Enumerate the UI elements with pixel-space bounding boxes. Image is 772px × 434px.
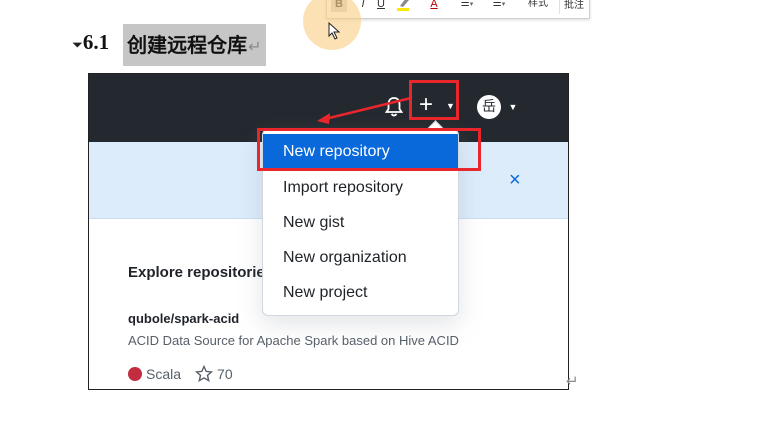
chevron-down-icon: ▾ [469, 1, 474, 8]
heading-title-text: 创建远程仓库 [127, 33, 248, 57]
comment-button[interactable]: 批注 [559, 0, 588, 14]
bullets-button[interactable]: ☰▾ [457, 0, 477, 12]
word-mini-toolbar: B I U A ☰▾ ☰▾ 样式 批注 [326, 0, 590, 19]
styles-button[interactable]: 样式 [523, 0, 553, 12]
underline-button[interactable]: U [375, 0, 387, 12]
highlighter-icon [400, 0, 409, 7]
highlight-color-bar [397, 8, 409, 11]
heading-title[interactable]: 创建远程仓库↵ [123, 24, 266, 66]
github-screenshot: + ▼ 岳 ▼ × Explore repositories qubole/sp… [88, 73, 569, 390]
annotation-arrow-icon [317, 96, 412, 124]
heading-number: 6.1 [82, 29, 110, 54]
numbering-button[interactable]: ☰▾ [489, 0, 509, 12]
heading-bullet-icon: ◢ [71, 35, 84, 48]
paragraph-mark: ↵ [566, 373, 579, 390]
bullets-icon: ☰ [460, 0, 470, 9]
section-heading: ◢ 6.1 创建远程仓库↵ [71, 24, 266, 66]
mouse-pointer-icon [328, 22, 341, 40]
chevron-down-icon: ▾ [501, 1, 506, 8]
paragraph-mark: ↵ [248, 37, 262, 56]
numbering-icon: ☰ [492, 0, 502, 9]
highlight-button[interactable] [395, 0, 413, 12]
font-color-button[interactable]: A [425, 0, 443, 12]
